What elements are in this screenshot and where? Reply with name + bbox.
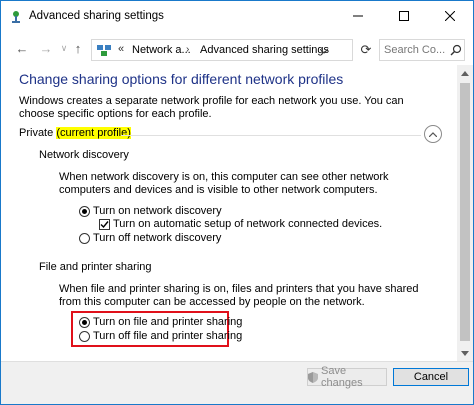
radio-selected[interactable] bbox=[79, 205, 90, 217]
network-discovery-title: Network discovery bbox=[39, 149, 129, 161]
breadcrumb-overflow[interactable]: « bbox=[118, 43, 124, 55]
radio-selected[interactable] bbox=[79, 316, 90, 328]
close-icon bbox=[445, 11, 455, 21]
close-button[interactable] bbox=[427, 1, 473, 31]
scroll-thumb[interactable] bbox=[460, 83, 470, 341]
forward-arrow-icon[interactable]: → bbox=[37, 39, 55, 57]
auto-setup-label: Turn on automatic setup of network conne… bbox=[113, 218, 383, 230]
search-box[interactable]: Search Co... bbox=[379, 39, 465, 61]
breadcrumb-network[interactable]: Network a... bbox=[132, 44, 191, 56]
network-discovery-off-label: Turn off network discovery bbox=[93, 232, 222, 244]
chevron-up-icon bbox=[429, 131, 437, 137]
scroll-down-arrow-icon[interactable] bbox=[457, 345, 473, 361]
save-changes-label: Save changes bbox=[321, 365, 363, 389]
cancel-button[interactable]: Cancel bbox=[393, 368, 469, 386]
profile-section-title: Private (current profile) bbox=[19, 127, 131, 139]
collapse-button[interactable] bbox=[424, 125, 442, 143]
minimize-icon bbox=[353, 15, 363, 17]
file-sharing-description: When file and printer sharing is on, fil… bbox=[59, 283, 419, 308]
title-bar: Advanced sharing settings bbox=[1, 1, 473, 31]
search-input[interactable]: Search Co... bbox=[384, 44, 445, 56]
window-title: Advanced sharing settings bbox=[29, 10, 164, 22]
network-sharing-icon bbox=[9, 9, 23, 23]
file-sharing-on-option[interactable]: Turn on file and printer sharing bbox=[79, 316, 242, 328]
refresh-icon[interactable]: ⟳ bbox=[357, 39, 375, 61]
page-title: Change sharing options for different net… bbox=[19, 71, 344, 87]
radio-unselected[interactable] bbox=[79, 330, 90, 342]
maximize-button[interactable] bbox=[381, 1, 427, 31]
cancel-label: Cancel bbox=[413, 371, 449, 383]
network-discovery-on-option[interactable]: Turn on network discovery bbox=[79, 205, 222, 217]
network-location-icon bbox=[96, 43, 112, 57]
auto-setup-option[interactable]: Turn on automatic setup of network conne… bbox=[99, 218, 382, 230]
dialog-footer: Save changes Cancel bbox=[1, 361, 473, 404]
checkmark-icon bbox=[100, 220, 109, 228]
vertical-scrollbar[interactable] bbox=[457, 65, 473, 361]
breadcrumb-separator[interactable]: › bbox=[186, 44, 189, 55]
radio-unselected[interactable] bbox=[79, 232, 90, 244]
current-profile-tag: (current profile) bbox=[56, 127, 131, 139]
file-sharing-on-label: Turn on file and printer sharing bbox=[93, 316, 243, 328]
advanced-sharing-window: Advanced sharing settings ← → ∨ ↑ « Netw bbox=[0, 0, 474, 405]
page-description: Windows creates a separate network profi… bbox=[19, 95, 404, 120]
breadcrumb-advanced-sharing[interactable]: Advanced sharing settings bbox=[200, 44, 329, 56]
section-divider bbox=[121, 135, 421, 136]
file-sharing-title: File and printer sharing bbox=[39, 261, 152, 273]
minimize-button[interactable] bbox=[335, 1, 381, 31]
network-discovery-off-option[interactable]: Turn off network discovery bbox=[79, 232, 221, 244]
back-arrow-icon[interactable]: ← bbox=[13, 39, 31, 57]
file-sharing-off-label: Turn off file and printer sharing bbox=[93, 330, 243, 342]
search-icon bbox=[450, 44, 462, 56]
file-sharing-off-option[interactable]: Turn off file and printer sharing bbox=[79, 330, 242, 342]
save-changes-button[interactable]: Save changes bbox=[307, 365, 387, 389]
navigation-bar: ← → ∨ ↑ « Network a... › Advanced sharin… bbox=[1, 31, 473, 65]
network-discovery-description: When network discovery is on, this compu… bbox=[59, 171, 389, 196]
uac-shield-icon bbox=[308, 371, 318, 383]
chevron-down-icon[interactable] bbox=[318, 45, 330, 57]
maximize-icon bbox=[399, 11, 409, 21]
checkbox-checked[interactable] bbox=[99, 218, 110, 230]
scroll-up-arrow-icon[interactable] bbox=[457, 65, 473, 81]
profile-name: Private bbox=[19, 127, 54, 139]
up-arrow-icon[interactable]: ↑ bbox=[69, 39, 87, 57]
network-discovery-on-label: Turn on network discovery bbox=[93, 205, 222, 217]
address-bar[interactable]: « Network a... › Advanced sharing settin… bbox=[91, 39, 353, 61]
settings-content: Change sharing options for different net… bbox=[1, 65, 457, 361]
